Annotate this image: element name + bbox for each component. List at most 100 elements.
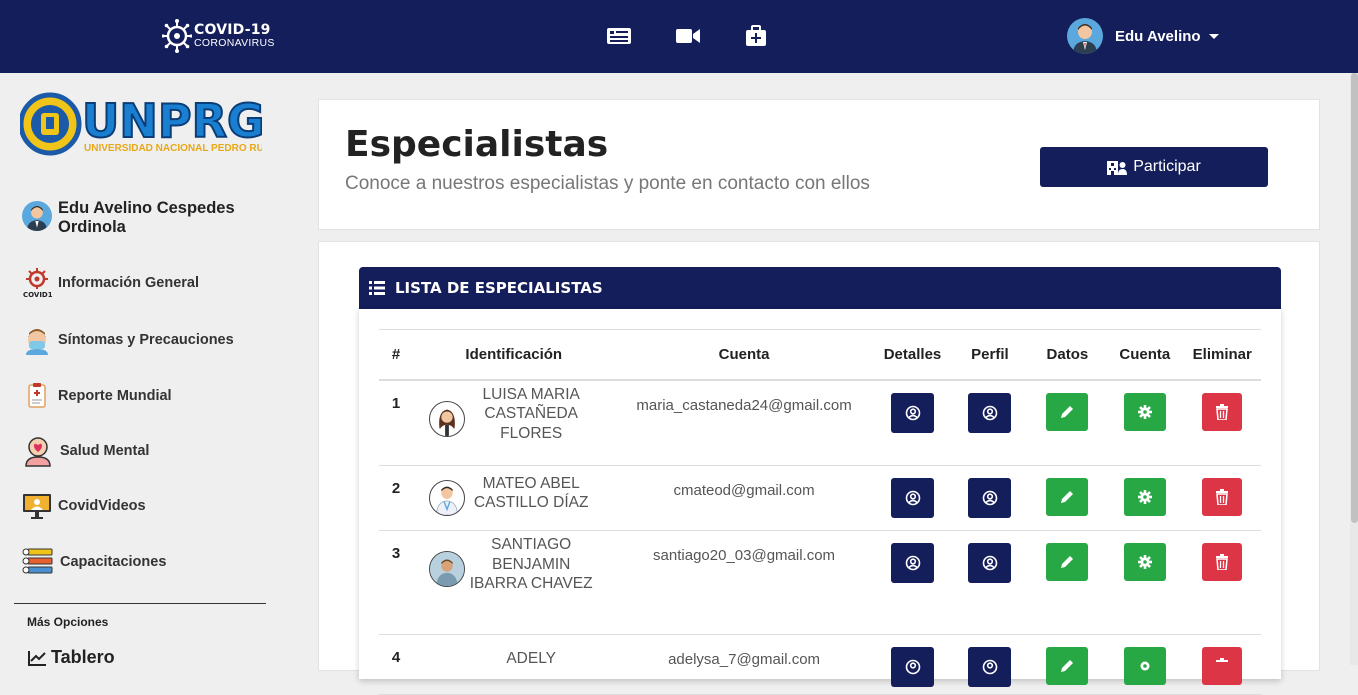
detalles-button[interactable] <box>891 647 934 687</box>
cuenta-cell <box>1106 465 1184 531</box>
gear-icon <box>1137 490 1152 504</box>
account-settings-button[interactable] <box>1123 392 1166 431</box>
sidebar-item-informacion-general[interactable]: COVID19 Información General <box>22 267 199 299</box>
delete-button[interactable] <box>1202 543 1243 581</box>
account-settings-button[interactable] <box>1123 543 1166 581</box>
identification-cell: LUISA MARIA CASTAÑEDA FLORES <box>413 379 615 466</box>
perfil-cell <box>951 530 1029 635</box>
perfil-button[interactable] <box>968 478 1012 518</box>
specialists-table: # Identificación Cuenta Detalles Perfil … <box>379 329 1261 695</box>
page-header-card: Especialistas Conoce a nuestros especial… <box>318 99 1320 230</box>
trash-icon <box>1216 489 1229 505</box>
unprg-logo[interactable]: UNPRG UNIVERSIDAD NACIONAL PEDRO RUIZ GA… <box>20 85 262 163</box>
logo-title: COVID-19 <box>194 22 271 38</box>
perfil-button[interactable] <box>968 392 1012 433</box>
specialist-name: SANTIAGO BENJAMIN IBARRA CHAVEZ <box>469 536 593 592</box>
delete-button[interactable] <box>1202 478 1243 516</box>
pencil-icon <box>1061 491 1074 503</box>
user-circle-icon <box>982 555 998 571</box>
sidebar-item-salud-mental[interactable]: Salud Mental <box>22 435 149 467</box>
user-circle-icon <box>982 490 998 506</box>
cuenta-cell <box>1106 379 1184 466</box>
pencil-icon <box>1061 660 1074 672</box>
specialist-name: LUISA MARIA CASTAÑEDA FLORES <box>482 385 580 442</box>
page-scrollbar[interactable] <box>1350 73 1358 665</box>
identification-cell: MATEO ABEL CASTILLO DÍAZ <box>413 465 615 531</box>
specialist-avatar <box>429 400 466 437</box>
trash-icon <box>1216 554 1229 570</box>
detalles-button[interactable] <box>891 392 934 433</box>
edit-button[interactable] <box>1046 647 1089 685</box>
specialist-avatar-placeholder <box>429 649 465 685</box>
sidebar: UNPRG UNIVERSIDAD NACIONAL PEDRO RUIZ GA… <box>0 73 282 667</box>
user-circle-icon <box>905 659 920 675</box>
scrollbar-thumb[interactable] <box>1351 73 1358 523</box>
cuenta-cell <box>1106 530 1184 635</box>
sidebar-item-label: Información General <box>58 275 200 291</box>
table-row: 2 MATEO ABEL CASTILLO DÍAZ cmateod@gmail… <box>379 465 1261 531</box>
sidebar-user[interactable]: Edu Avelino Cespedes Ordinola <box>22 199 258 237</box>
logo-subtitle: CORONAVIRUS <box>194 37 275 49</box>
datos-cell <box>1028 379 1107 466</box>
perfil-cell <box>951 379 1029 466</box>
delete-button[interactable] <box>1202 647 1243 685</box>
column-header: # <box>379 329 414 381</box>
eliminar-cell <box>1183 465 1261 531</box>
sidebar-item-covidvideos[interactable]: CovidVideos <box>22 491 146 521</box>
user-circle-icon <box>982 659 998 675</box>
row-number: 1 <box>379 379 414 466</box>
eliminar-cell <box>1183 530 1261 635</box>
sidebar-item-sintomas[interactable]: Síntomas y Precauciones <box>22 325 234 355</box>
perfil-cell <box>951 465 1029 531</box>
specialist-email: cmateod@gmail.com <box>614 465 874 531</box>
svg-text:UNIVERSIDAD NACIONAL PEDRO RUI: UNIVERSIDAD NACIONAL PEDRO RUIZ GALLO <box>84 143 262 154</box>
row-number: 3 <box>379 530 414 635</box>
eliminar-cell <box>1183 379 1261 466</box>
gear-icon <box>1140 661 1150 671</box>
sidebar-item-capacitaciones[interactable]: Capacitaciones <box>22 547 166 577</box>
page-title: Especialistas <box>345 124 609 165</box>
edit-button[interactable] <box>1046 478 1089 516</box>
masked-person-icon <box>26 329 48 355</box>
hospital-user-icon <box>1107 161 1128 175</box>
column-header: Cuenta <box>614 329 874 381</box>
participar-button[interactable]: Participar <box>1040 147 1268 187</box>
perfil-button[interactable] <box>968 543 1012 583</box>
medical-kit-icon[interactable] <box>744 24 768 48</box>
delete-button[interactable] <box>1202 392 1243 431</box>
virus-icon <box>162 19 192 53</box>
mental-health-icon <box>25 437 51 467</box>
covid-virus-icon: COVID19 <box>23 268 52 299</box>
table-header-row: # Identificación Cuenta Detalles Perfil … <box>379 329 1261 381</box>
video-camera-icon[interactable] <box>675 24 701 48</box>
sidebar-item-reporte[interactable]: Reporte Mundial <box>22 381 172 411</box>
perfil-button[interactable] <box>968 647 1012 687</box>
sidebar-user-avatar <box>22 201 52 231</box>
gear-icon <box>1137 404 1152 419</box>
page-subtitle: Conoce a nuestros especialistas y ponte … <box>345 173 870 194</box>
edit-button[interactable] <box>1046 543 1089 581</box>
news-icon[interactable] <box>606 24 632 48</box>
user-circle-icon <box>982 405 998 420</box>
row-number: 2 <box>379 465 414 531</box>
sidebar-user-name: Edu Avelino Cespedes Ordinola <box>58 199 235 236</box>
sidebar-divider <box>14 603 266 604</box>
detalles-cell <box>873 379 952 466</box>
detalles-button[interactable] <box>891 543 934 583</box>
sidebar-item-label: Capacitaciones <box>60 554 167 570</box>
detalles-button[interactable] <box>891 478 934 518</box>
specialist-email: santiago20_03@gmail.com <box>614 530 874 635</box>
covid-logo[interactable]: COVID-19 CORONAVIRUS <box>162 14 275 58</box>
account-settings-button[interactable] <box>1123 647 1166 685</box>
specialist-avatar <box>429 480 466 516</box>
edit-button[interactable] <box>1046 392 1089 431</box>
video-monitor-icon <box>23 494 51 519</box>
column-header: Datos <box>1028 329 1107 381</box>
column-header: Detalles <box>873 329 952 381</box>
pencil-icon <box>1061 556 1074 568</box>
user-avatar <box>1067 18 1103 54</box>
user-circle-icon <box>905 555 920 571</box>
account-settings-button[interactable] <box>1123 478 1166 516</box>
user-name: Edu Avelino <box>1115 27 1201 45</box>
user-menu[interactable]: Edu Avelino <box>1067 18 1219 54</box>
